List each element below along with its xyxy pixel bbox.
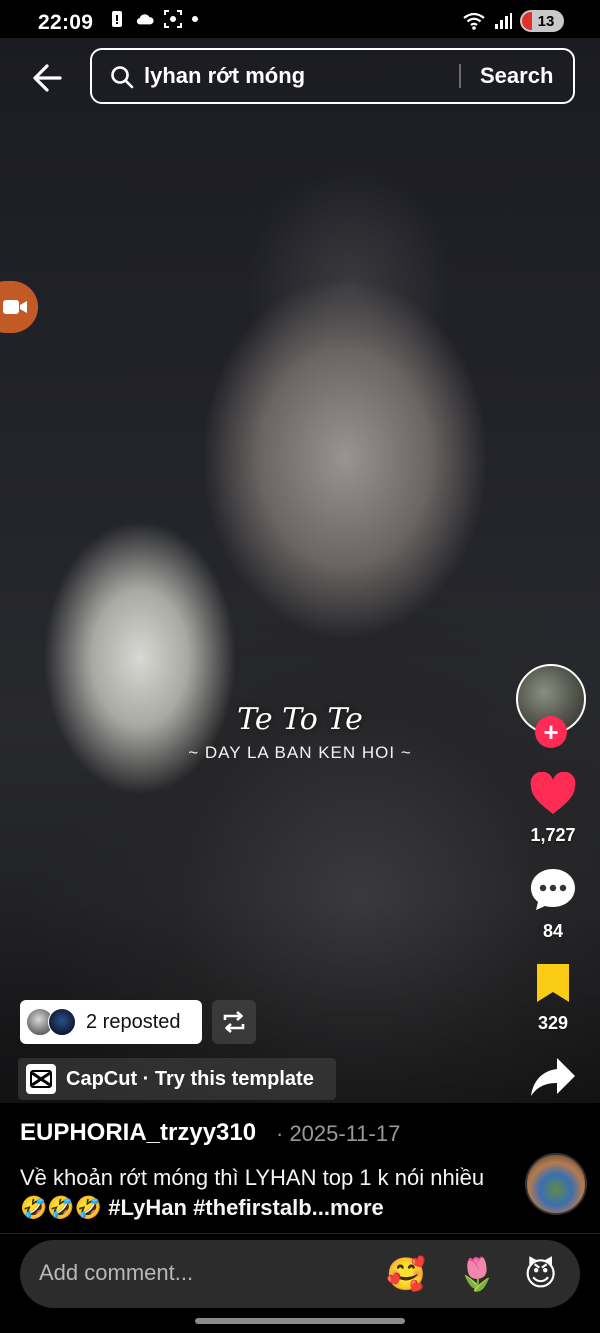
back-arrow-icon[interactable] [28, 58, 68, 98]
post-caption-area: EUPHORIA_trzyy310 · 2025-11-17 Về khoản … [0, 1103, 600, 1233]
post-date: · 2025-11-17 [276, 1121, 401, 1146]
post-description[interactable]: Về khoản rớt móng thì LYHAN top 1 k nói … [20, 1163, 510, 1223]
tulip-emoji-button[interactable]: 🌷 [457, 1254, 497, 1294]
search-input[interactable]: lyhan rớt móng [144, 63, 305, 89]
music-disc-avatar[interactable] [525, 1153, 587, 1215]
save-action[interactable]: 329 [513, 962, 593, 1034]
reposted-chip[interactable]: 2 reposted [20, 1000, 202, 1044]
cloud-icon [136, 14, 154, 25]
heart-icon[interactable] [529, 771, 577, 816]
status-left-icons [108, 10, 198, 28]
comment-icon[interactable] [529, 866, 577, 912]
status-bar: 22:09 13 [0, 0, 600, 38]
save-count: 329 [537, 1013, 569, 1033]
share-arrow-icon[interactable] [529, 1056, 577, 1098]
repost-button[interactable] [212, 1000, 256, 1044]
video-overlay-subtitle: ~ DAY LA BAN KEN HOI ~ [188, 743, 412, 762]
like-count: 1,727 [530, 825, 576, 845]
search-button[interactable]: Search [480, 63, 553, 89]
status-right-icons: 13 [462, 10, 564, 32]
comment-action[interactable]: 84 [513, 866, 593, 942]
devil-emoji-button[interactable]: 😈 [524, 1254, 557, 1294]
home-indicator[interactable] [195, 1318, 405, 1324]
capcut-label: CapCut · Try this template [66, 1067, 314, 1090]
search-bar[interactable]: lyhan rớt móng Search [90, 48, 575, 104]
battery-icon: 13 [520, 10, 564, 32]
battery-alert-icon [112, 11, 122, 27]
description-hashtags[interactable]: #LyHan #thefirstalb [108, 1195, 311, 1220]
repost-avatar [48, 1008, 76, 1036]
video-camera-icon [3, 300, 27, 314]
dot-icon [192, 16, 198, 22]
creator-avatar-group[interactable]: + [516, 664, 586, 748]
like-action[interactable]: 1,727 [513, 771, 593, 846]
more-link[interactable]: ...more [312, 1195, 384, 1220]
status-time: 22:09 [38, 11, 94, 34]
repost-icon [223, 1011, 245, 1033]
follow-plus-icon[interactable]: + [535, 716, 567, 748]
wifi-icon [463, 12, 485, 30]
screen-capture-icon [164, 10, 182, 28]
capcut-template-link[interactable]: CapCut · Try this template [18, 1058, 336, 1100]
battery-level: 13 [537, 12, 555, 30]
divider [0, 1233, 600, 1234]
capcut-logo-icon [26, 1064, 56, 1094]
comment-bar[interactable]: Add comment... 🥰 🌷 😈 [20, 1240, 580, 1308]
signal-icon [495, 13, 512, 29]
video-overlay-title: Te To Te [237, 702, 363, 737]
search-icon [111, 66, 134, 89]
author-username[interactable]: EUPHORIA_trzyy310 [20, 1119, 256, 1147]
search-divider [459, 64, 461, 88]
repost-label: 2 reposted [86, 1010, 181, 1033]
bookmark-icon[interactable] [533, 962, 573, 1004]
smiling-face-hearts-emoji-button[interactable]: 🥰 [386, 1254, 426, 1294]
comment-input[interactable]: Add comment... [39, 1260, 193, 1286]
comment-count: 84 [542, 921, 564, 941]
